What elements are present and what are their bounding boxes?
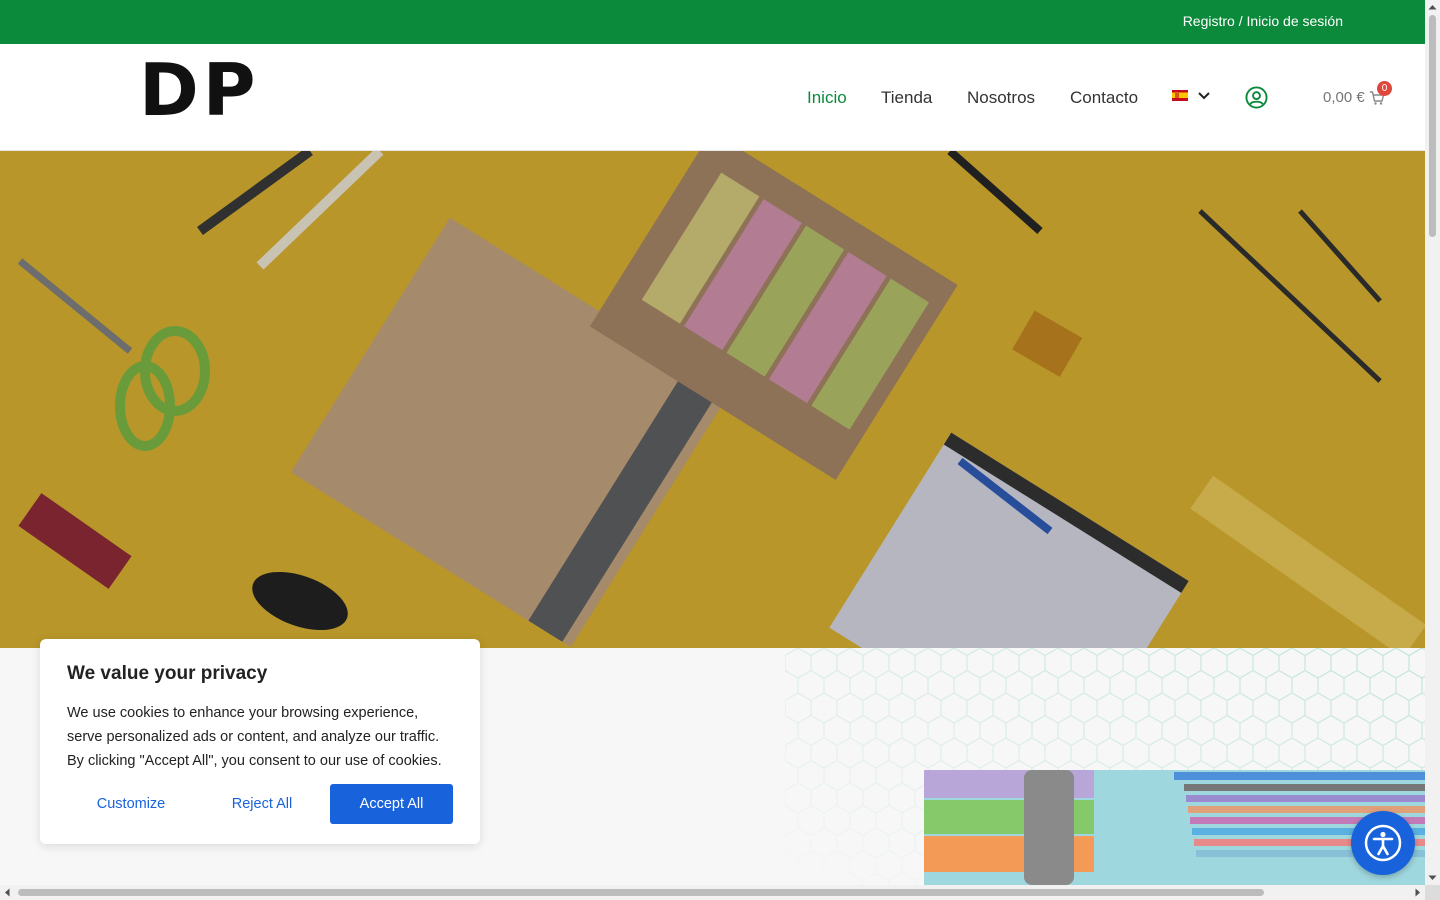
site-logo[interactable]: DP (139, 54, 260, 126)
nav-tienda[interactable]: Tienda (881, 88, 932, 108)
cookie-consent-banner: We value your privacy We use cookies to … (40, 639, 480, 844)
accept-all-button[interactable]: Accept All (330, 784, 453, 824)
horizontal-scrollbar[interactable] (0, 885, 1425, 900)
horizontal-scroll-thumb[interactable] (18, 889, 1264, 896)
cookie-text: We use cookies to enhance your browsing … (67, 705, 442, 769)
accessibility-icon (1364, 824, 1402, 862)
site-header: DP Inicio Tienda Nosotros Contacto 0,00 … (0, 44, 1425, 151)
scroll-right-icon[interactable] (1410, 885, 1425, 900)
account-icon[interactable] (1245, 86, 1268, 109)
cart-count-badge: 0 (1377, 81, 1392, 96)
vertical-scroll-thumb[interactable] (1429, 15, 1436, 237)
scroll-up-icon[interactable] (1425, 0, 1440, 15)
scroll-down-icon[interactable] (1425, 870, 1440, 885)
reject-all-button[interactable]: Reject All (207, 784, 317, 824)
flag-es-icon (1172, 90, 1188, 101)
cookie-title: We value your privacy (67, 663, 268, 684)
language-switcher[interactable] (1172, 90, 1210, 101)
cart-button[interactable]: 0,00 € 0 (1323, 81, 1392, 106)
accessibility-button[interactable] (1351, 811, 1415, 875)
promo-image (924, 770, 1425, 885)
vertical-scrollbar[interactable] (1425, 0, 1440, 885)
nav-contacto[interactable]: Contacto (1070, 88, 1138, 108)
top-bar: Registro / Inicio de sesión (0, 0, 1425, 44)
hero-image (0, 151, 1425, 648)
cart-total: 0,00 € (1323, 89, 1365, 106)
nav-inicio[interactable]: Inicio (807, 88, 847, 108)
customize-button[interactable]: Customize (67, 784, 195, 824)
scrollbar-corner (1425, 885, 1440, 900)
chevron-down-icon (1198, 91, 1210, 99)
scroll-left-icon[interactable] (0, 885, 15, 900)
nav-nosotros[interactable]: Nosotros (967, 88, 1035, 108)
cookie-actions: Customize Reject All Accept All (67, 784, 453, 824)
login-register-link[interactable]: Registro / Inicio de sesión (1183, 13, 1343, 29)
